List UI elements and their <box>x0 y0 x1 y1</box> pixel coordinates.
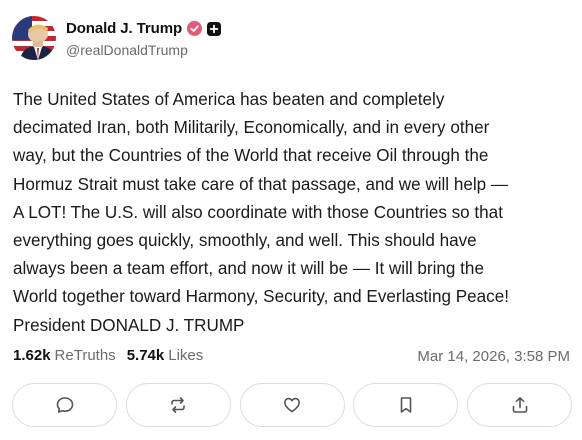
post-body-text: The United States of America has beaten … <box>13 90 509 335</box>
retruth-button[interactable] <box>125 383 231 427</box>
post-timestamp[interactable]: Mar 14, 2026, 3:58 PM <box>417 348 570 365</box>
heart-icon <box>284 397 300 413</box>
reply-button[interactable] <box>12 383 117 427</box>
retruths-label: ReTruths <box>54 347 116 364</box>
post-stats: 1.62k ReTruths 5.74k Likes <box>13 347 203 364</box>
action-bar <box>12 383 572 427</box>
plus-badge-icon <box>207 21 222 36</box>
display-name[interactable]: Donald J. Trump <box>66 20 182 37</box>
bookmark-button[interactable] <box>353 383 459 427</box>
retruths-stat[interactable]: 1.62k ReTruths <box>13 347 116 364</box>
avatar[interactable] <box>12 16 56 60</box>
post-header: Donald J. Trump @realDonaldTrump <box>12 14 222 62</box>
retruths-count: 1.62k <box>13 347 51 364</box>
share-icon <box>512 397 527 413</box>
likes-label: Likes <box>168 347 204 364</box>
share-button[interactable] <box>467 383 572 427</box>
author-info: Donald J. Trump @realDonaldTrump <box>66 19 222 58</box>
like-button[interactable] <box>239 383 345 427</box>
bookmark-icon <box>400 397 412 413</box>
likes-stat[interactable]: 5.74k Likes <box>127 347 204 364</box>
comment-icon <box>56 397 73 413</box>
repost-icon <box>171 397 186 413</box>
likes-count: 5.74k <box>126 347 165 364</box>
user-handle[interactable]: @realDonaldTrump <box>66 42 221 58</box>
avatar-image <box>12 16 56 60</box>
verified-badge-icon <box>187 21 203 36</box>
